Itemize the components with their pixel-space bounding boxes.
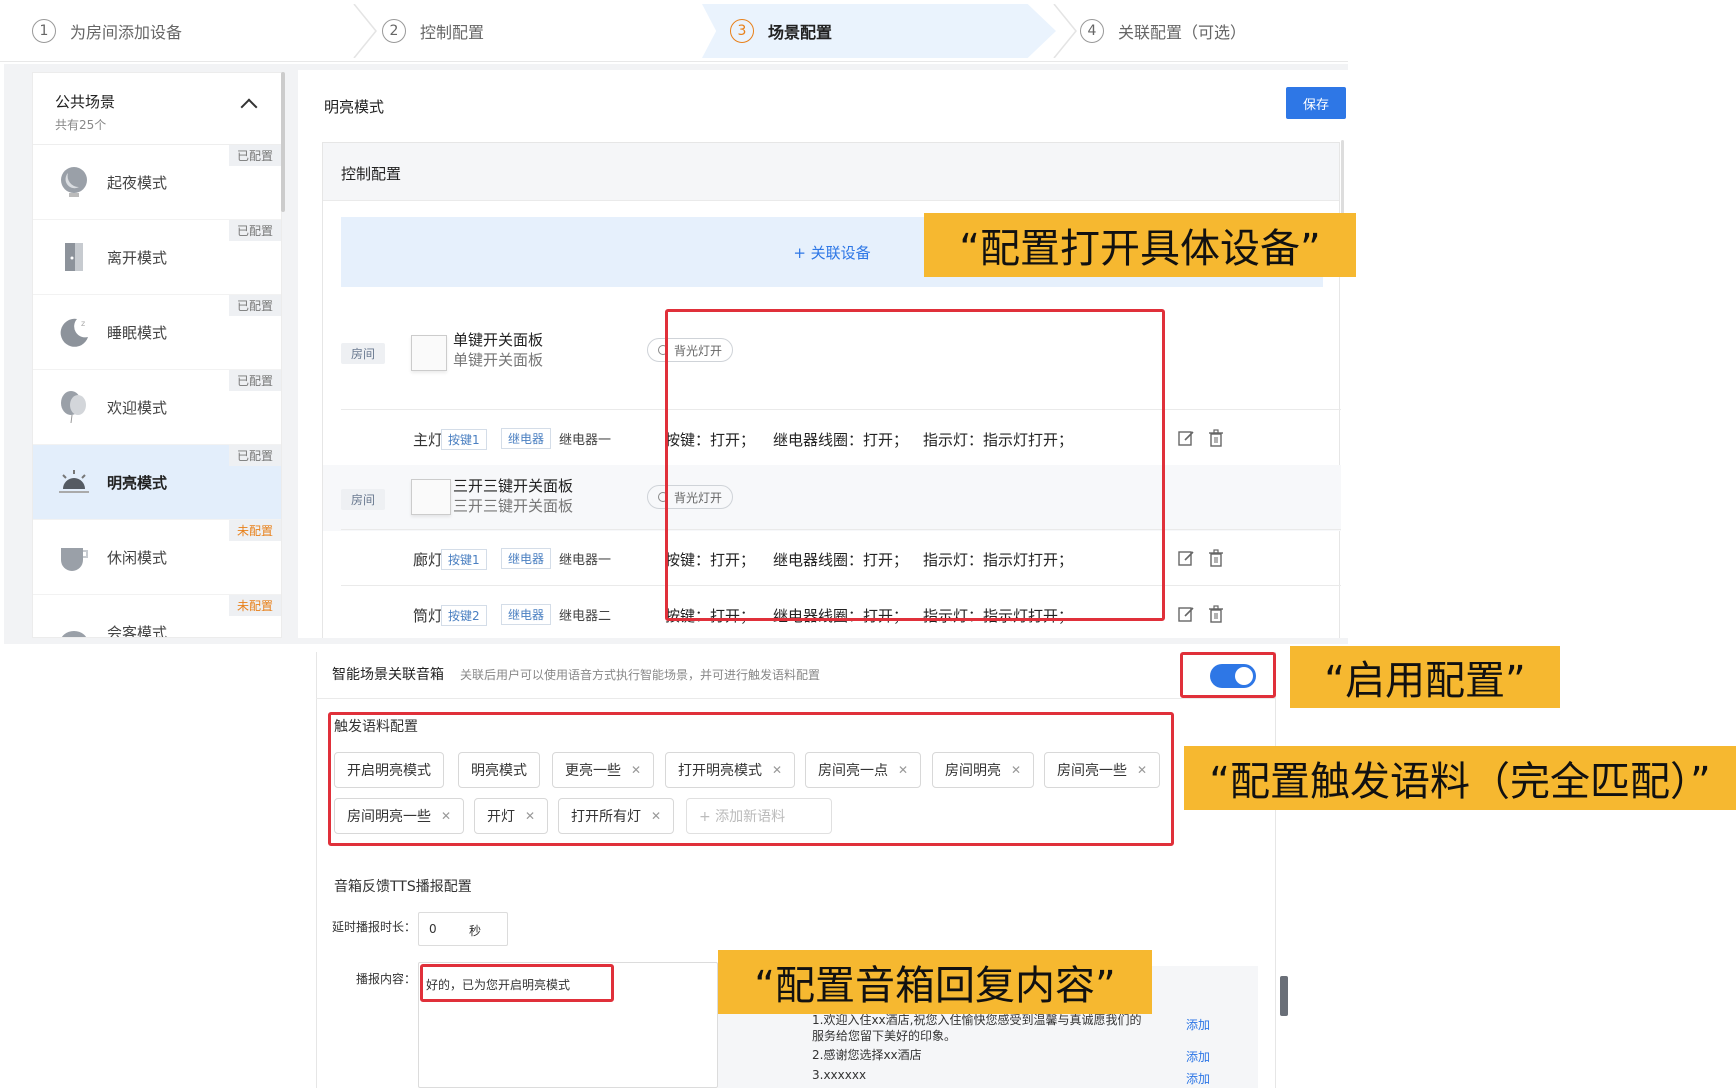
scene-item-welcome[interactable]: 欢迎模式 已配置	[33, 370, 281, 445]
svg-text:z: z	[81, 319, 85, 328]
key-row-label: 筒灯	[413, 607, 444, 625]
suggestion-add-link[interactable]: 添加	[1186, 1048, 1210, 1065]
device-name: 单键开关面板	[453, 331, 544, 349]
scene-item-night[interactable]: 起夜模式 已配置	[33, 145, 281, 220]
cup-icon	[61, 548, 88, 571]
divider	[316, 698, 1276, 699]
trash-icon[interactable]	[1207, 549, 1225, 567]
switch-panel-image	[411, 335, 447, 371]
step-separator-icon	[1053, 4, 1077, 58]
scene-item-leisure[interactable]: 休闲模式 未配置	[33, 520, 281, 595]
room-tag: 房间	[341, 489, 386, 510]
suggestion-add-link[interactable]: 添加	[1186, 1016, 1210, 1033]
relay-tag: 继电器	[501, 548, 552, 569]
step-4[interactable]: 4 关联配置（可选）	[1080, 0, 1246, 62]
switch-panel-image	[411, 479, 451, 515]
key-tag: 按键1	[441, 549, 487, 570]
scene-item-guest[interactable]: 会客模式 未配置	[33, 595, 281, 637]
suggestion-add-link[interactable]: 添加	[1186, 1070, 1210, 1087]
status-badge: 已配置	[228, 445, 281, 466]
room-tag: 房间	[341, 343, 386, 364]
save-button[interactable]: 保存	[1286, 87, 1346, 119]
highlight-box-toggle	[1180, 652, 1276, 698]
step-2[interactable]: 2 控制配置	[382, 0, 484, 62]
key-tag: 按键2	[441, 605, 487, 626]
suggestion-item: 1.欢迎入住xx酒店,祝您入住愉快您感受到温馨与真诚愿我们的服务给您留下美好的印…	[812, 1013, 1142, 1043]
door-icon	[65, 243, 83, 271]
trash-icon[interactable]	[1207, 429, 1225, 447]
key-row-label: 主灯	[413, 431, 444, 449]
delay-input[interactable]: 0 秒	[418, 912, 508, 946]
callout-phrases: “配置触发语料（完全匹配）”	[1184, 746, 1736, 810]
night-light-icon	[61, 167, 87, 197]
suggestion-item: 3.xxxxxx	[812, 1068, 867, 1082]
highlight-box-content	[420, 964, 614, 1002]
guest-icon	[61, 631, 87, 637]
step-separator-icon	[353, 4, 377, 58]
callout-enable: “启用配置”	[1290, 646, 1560, 708]
page-title: 明亮模式	[324, 98, 385, 116]
step-1[interactable]: 1 为房间添加设备	[32, 0, 182, 62]
edit-icon[interactable]	[1177, 549, 1195, 567]
status-badge: 已配置	[228, 220, 281, 241]
scene-count: 共有25个	[55, 118, 107, 132]
step-3[interactable]: 3 场景配置	[730, 0, 832, 62]
status-badge: 已配置	[228, 145, 281, 166]
highlight-box-phrases	[328, 712, 1174, 846]
scene-item-leave[interactable]: 离开模式 已配置	[33, 220, 281, 295]
device-subname: 三开三键开关面板	[453, 497, 574, 515]
scene-list-scrollbar[interactable]	[281, 72, 285, 212]
relay-name: 继电器一	[559, 433, 612, 448]
scene-list-header[interactable]: 公共场景 共有25个	[33, 73, 281, 145]
relay-tag: 继电器	[501, 428, 552, 449]
stepper: 1 为房间添加设备 2 控制配置 3 场景配置 4 关联配置（可选）	[0, 0, 1348, 62]
edit-icon[interactable]	[1177, 605, 1195, 623]
content-label: 播报内容：	[356, 972, 417, 986]
delay-label: 延时播报时长：	[332, 920, 417, 934]
lower-scrollbar[interactable]	[1280, 976, 1288, 1016]
speaker-desc: 关联后用户可以使用语音方式执行智能场景，并可进行触发语料配置	[460, 668, 821, 682]
relay-name: 继电器一	[559, 553, 612, 568]
device-subname: 单键开关面板	[453, 351, 544, 369]
status-badge: 未配置	[228, 595, 281, 616]
relay-tag: 继电器	[501, 604, 552, 625]
status-badge: 已配置	[228, 370, 281, 391]
key-row-label: 廊灯	[413, 551, 444, 569]
key-tag: 按键1	[441, 429, 487, 450]
edit-icon[interactable]	[1177, 429, 1195, 447]
scene-list-panel: 公共场景 共有25个 起夜模式 已配置 离开模式 已配置 z 睡眠模式 已配置 …	[32, 72, 282, 638]
sunrise-icon	[59, 470, 89, 493]
control-config-title: 控制配置	[323, 143, 1339, 201]
tts-title: 音箱反馈TTS播报配置	[334, 879, 472, 895]
suggestion-item: 2.感谢您选择xx酒店	[812, 1048, 922, 1062]
trash-icon[interactable]	[1207, 605, 1225, 623]
scene-item-sleep[interactable]: z 睡眠模式 已配置	[33, 295, 281, 370]
callout-configure-device: “配置打开具体设备”	[924, 213, 1356, 277]
scene-list-title: 公共场景	[55, 93, 116, 111]
balloon-icon	[61, 391, 86, 424]
status-badge: 已配置	[228, 295, 281, 316]
callout-reply: “配置音箱回复内容”	[718, 950, 1152, 1014]
relay-name: 继电器二	[559, 609, 612, 624]
highlight-box-actions	[665, 309, 1165, 621]
device-name: 三开三键开关面板	[453, 477, 574, 495]
speaker-title: 智能场景关联音箱	[332, 667, 444, 683]
status-badge: 未配置	[228, 520, 281, 541]
scene-item-bright[interactable]: 明亮模式 已配置	[33, 445, 281, 520]
moon-icon: z	[60, 318, 88, 347]
